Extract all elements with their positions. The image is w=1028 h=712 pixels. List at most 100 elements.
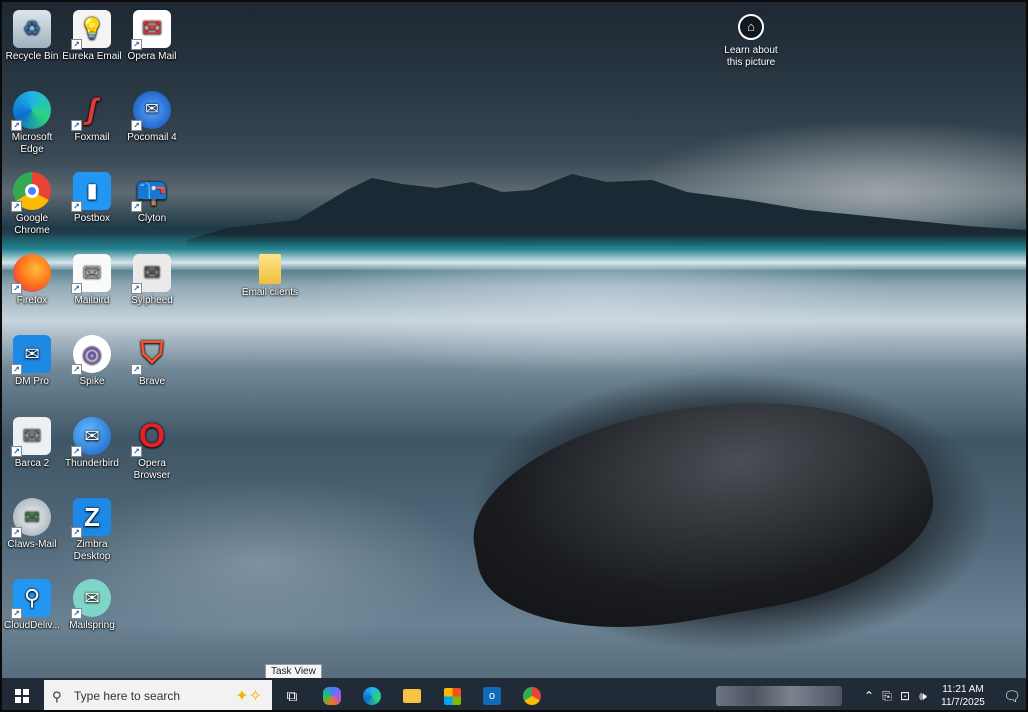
- desktop-icon-clouddelivery[interactable]: ⚲ ↗ CloudDeliv...: [2, 579, 62, 632]
- desktop-icon-label: Spike: [79, 376, 105, 387]
- zimbra-icon: Z ↗: [71, 498, 111, 538]
- foxmail-icon: ʃ ↗: [71, 91, 111, 131]
- start-button[interactable]: [2, 678, 42, 710]
- desktop-icon-label: Clyton: [137, 213, 167, 224]
- wallpaper-rock: [457, 368, 947, 656]
- chevron-up-icon[interactable]: ⌃: [860, 689, 878, 703]
- desktop-icon-label: Claws-Mail: [7, 539, 57, 550]
- desktop-icon-barca-2[interactable]: ✉ ↗ Barca 2: [2, 417, 62, 470]
- search-box[interactable]: ⚲ Type here to search ✦✧: [44, 680, 272, 710]
- postbox-icon: ▮ ↗: [71, 172, 111, 212]
- spike-icon: ◎ ↗: [71, 335, 111, 375]
- desktop-icon-label: Brave: [138, 376, 166, 387]
- desktop-icon-dm-pro[interactable]: ✉ ↗ DM Pro: [2, 335, 62, 388]
- microsoft-store-button[interactable]: [432, 678, 472, 710]
- store-icon: [443, 687, 461, 705]
- desktop-icon-pocomail-4[interactable]: ✉ ↗ Pocomail 4: [122, 91, 182, 144]
- desktop-icon-label: Google Chrome: [14, 213, 50, 236]
- desktop-icon-email-clients-folder[interactable]: Email clients: [240, 254, 300, 299]
- desktop-icon-opera-browser[interactable]: O ↗ Opera Browser: [122, 417, 182, 482]
- desktop-icon-recycle-bin[interactable]: ♻ Recycle Bin: [2, 10, 62, 63]
- desktop-icon-firefox[interactable]: ↗ Firefox: [2, 254, 62, 307]
- desktop[interactable]: ♻ Recycle Bin ↗ Microsoft Edge ↗ Google …: [0, 0, 1028, 712]
- desktop-icon-postbox[interactable]: ▮ ↗ Postbox: [62, 172, 122, 225]
- mailbox-icon: 📪 ↗: [131, 172, 171, 212]
- desktop-icon-label: Microsoft Edge: [11, 132, 53, 155]
- desktop-icon-zimbra-desktop[interactable]: Z ↗ Zimbra Desktop: [62, 498, 122, 563]
- edge-icon: ↗: [11, 91, 51, 131]
- desktop-icon-mailspring[interactable]: ✉ ↗ Mailspring: [62, 579, 122, 632]
- desktop-icon-label: Opera Mail: [127, 51, 177, 62]
- brave-lion-icon: ⛉ ↗: [131, 335, 171, 375]
- mailspring-icon: ✉ ↗: [71, 579, 111, 619]
- desktop-icon-label: Foxmail: [74, 132, 110, 143]
- notifications-button[interactable]: 🗨: [994, 678, 1026, 710]
- meet-now-icon[interactable]: ⎘: [878, 689, 896, 704]
- opera-mail-icon: ✉ ↗: [131, 10, 171, 50]
- search-icon: ⚲: [52, 689, 62, 704]
- folder-icon: [403, 689, 421, 703]
- desktop-icon-microsoft-edge[interactable]: ↗ Microsoft Edge: [2, 91, 62, 156]
- desktop-icon-label: Zimbra Desktop: [73, 539, 111, 562]
- task-view-tooltip: Task View: [265, 664, 322, 679]
- desktop-icon-label: Recycle Bin: [5, 51, 59, 62]
- envelope-icon: ✉ ↗: [11, 335, 51, 375]
- desktop-icon-claws-mail[interactable]: ✉ ↗ Claws-Mail: [2, 498, 62, 551]
- claws-mail-icon: ✉ ↗: [11, 498, 51, 538]
- pocomail-icon: ✉ ↗: [131, 91, 171, 131]
- desktop-icon-label: Postbox: [73, 213, 111, 224]
- balloon-icon: ⚲ ↗: [11, 579, 51, 619]
- desktop-icon-eureka-email[interactable]: 💡 ↗ Eureka Email: [62, 10, 122, 63]
- edge-icon: [363, 687, 381, 705]
- learn-about-this-picture[interactable]: ⌂ Learn about this picture: [716, 14, 786, 69]
- desktop-icon-label: Sylpheed: [131, 295, 173, 306]
- outlook-icon: o: [483, 687, 501, 705]
- desktop-icon-label: Thunderbird: [65, 458, 119, 469]
- search-placeholder: Type here to search: [74, 689, 181, 703]
- desktop-icon-foxmail[interactable]: ʃ ↗ Foxmail: [62, 91, 122, 144]
- folder-icon: [259, 254, 281, 284]
- file-explorer-button[interactable]: [392, 678, 432, 710]
- learn-about-line2: this picture: [726, 57, 776, 68]
- desktop-icon-clyton[interactable]: 📪 ↗ Clyton: [122, 172, 182, 225]
- recycle-bin-icon: ♻: [13, 10, 51, 48]
- edge-taskbar-button[interactable]: [352, 678, 392, 710]
- desktop-icon-label: Mailbird: [74, 295, 110, 306]
- desktop-icon-sylpheed[interactable]: ✉ ↗ Sylpheed: [122, 254, 182, 307]
- learn-about-line1: Learn about: [724, 45, 778, 56]
- blurred-tray-content: [716, 686, 842, 706]
- copilot-button[interactable]: [312, 678, 352, 710]
- desktop-icon-brave[interactable]: ⛉ ↗ Brave: [122, 335, 182, 388]
- desktop-icon-label: DM Pro: [15, 376, 49, 387]
- network-icon[interactable]: ⊡: [896, 689, 914, 703]
- sylpheed-icon: ✉ ↗: [131, 254, 171, 294]
- mailbird-envelope-icon: ✉ ↗: [71, 254, 111, 294]
- desktop-icon-google-chrome[interactable]: ↗ Google Chrome: [2, 172, 62, 237]
- desktop-icon-label: Firefox: [16, 295, 48, 306]
- desktop-icon-label: Pocomail 4: [127, 132, 177, 143]
- desktop-icon-label: Email clients: [241, 287, 299, 298]
- mail-envelope-icon: ✉ ↗: [11, 417, 51, 457]
- desktop-icon-label: Eureka Email: [62, 51, 122, 62]
- outlook-button[interactable]: o: [472, 678, 512, 710]
- sparkle-highlight-icon[interactable]: ✦✧: [235, 686, 262, 706]
- desktop-icon-label: Barca 2: [14, 458, 50, 469]
- desktop-icon-label: Opera Browser: [133, 458, 171, 481]
- clock[interactable]: 11:21 AM 11/7/2025: [932, 683, 994, 709]
- desktop-icon-opera-mail[interactable]: ✉ ↗ Opera Mail: [122, 10, 182, 63]
- task-view-button[interactable]: ⧉: [272, 678, 312, 710]
- desktop-icon-label: Mailspring: [69, 620, 115, 631]
- volume-icon[interactable]: 🕪: [914, 689, 932, 704]
- task-view-icon: ⧉: [286, 687, 298, 705]
- chrome-icon: [523, 687, 541, 705]
- chrome-taskbar-button[interactable]: [512, 678, 552, 710]
- chrome-icon: ↗: [11, 172, 51, 212]
- clock-time: 11:21 AM: [942, 684, 984, 695]
- system-tray: ⌃ ⎘ ⊡ 🕪 11:21 AM 11/7/2025 🗨: [716, 678, 1026, 710]
- desktop-icon-spike[interactable]: ◎ ↗ Spike: [62, 335, 122, 388]
- opera-icon: O ↗: [131, 417, 171, 457]
- windows-logo-icon: [15, 689, 29, 703]
- notification-icon: 🗨: [1003, 687, 1021, 704]
- desktop-icon-thunderbird[interactable]: ✉ ↗ Thunderbird: [62, 417, 122, 470]
- desktop-icon-mailbird[interactable]: ✉ ↗ Mailbird: [62, 254, 122, 307]
